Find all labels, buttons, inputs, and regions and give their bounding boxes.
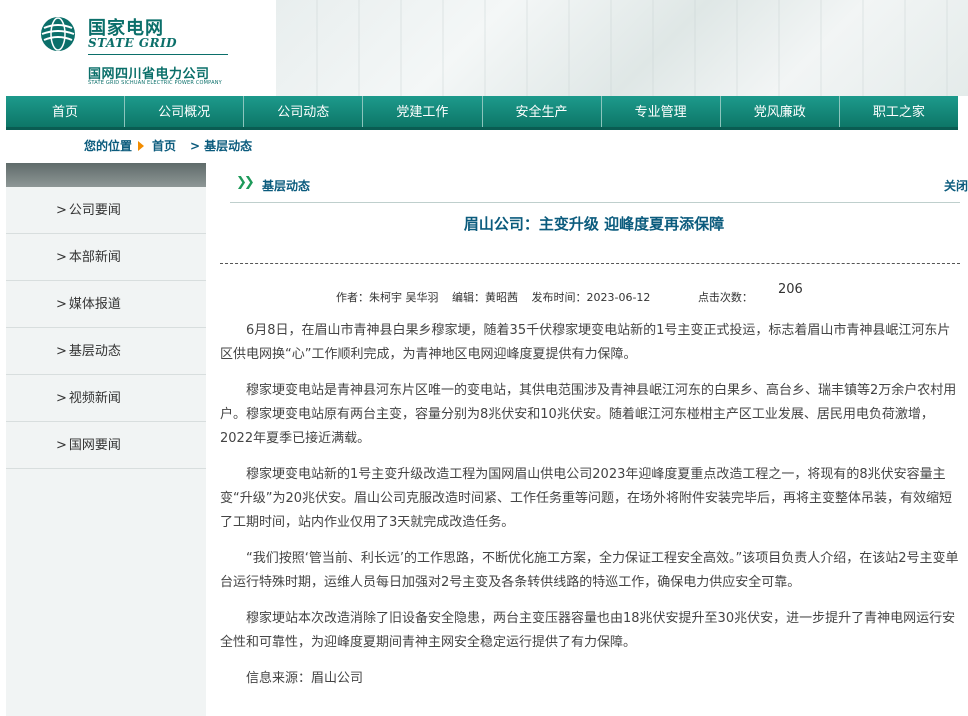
company-name-en: STATE GRID SICHUAN ELECTRIC POWER COMPAN… [88, 80, 222, 86]
sidebar: > 公司要闻 > 本部新闻 > 媒体报道 > 基层动态 > 视频新闻 > 国网要闻 [6, 163, 206, 716]
nav-item-safety[interactable]: 安全生产 [483, 96, 602, 127]
logo-divider [88, 54, 228, 55]
chevron-right-icon: > [56, 391, 67, 406]
sidebar-item-label: 视频新闻 [68, 391, 121, 406]
state-grid-logo-icon [41, 17, 75, 51]
sidebar-item-hq-news[interactable]: > 本部新闻 [6, 234, 206, 281]
double-chevron-icon: ❯❯ [236, 175, 255, 190]
sidebar-item-media[interactable]: > 媒体报道 [6, 281, 206, 328]
sidebar-item-grassroots[interactable]: > 基层动态 [6, 328, 206, 375]
sidebar-item-sgcc-news[interactable]: > 国网要闻 [6, 422, 206, 469]
main-content: ❯❯ 基层动态 关闭 眉山公司：主变升级 迎峰度夏再添保障 作者：朱柯宇 吴华羽… [220, 163, 968, 716]
article-meta: 作者：朱柯宇 吴华羽 编辑：黄昭茜 发布时间：2023-06-12 点击次数： [336, 289, 763, 305]
nav-item-staff[interactable]: 职工之家 [840, 96, 958, 127]
nav-item-news[interactable]: 公司动态 [244, 96, 364, 127]
chevron-right-icon: > [56, 203, 67, 218]
nav-item-home[interactable]: 首页 [6, 96, 126, 127]
article-title: 眉山公司：主变升级 迎峰度夏再添保障 [463, 215, 725, 233]
article-paragraph: 穆家埂站本次改造消除了旧设备安全隐患，两台主变压器容量也由18兆伏安提升至30兆… [220, 611, 956, 650]
header-banner [276, 0, 968, 96]
sidebar-item-label: 本部新闻 [68, 250, 121, 265]
article-paragraph: 穆家埂变电站是青神县河东片区唯一的变电站，其供电范围涉及青神县岷江河东的白果乡、… [220, 383, 957, 446]
section-title: 基层动态 [262, 179, 311, 193]
breadcrumb-current-link[interactable]: 基层动态 [204, 137, 252, 154]
nav-item-management[interactable]: 专业管理 [602, 96, 721, 127]
sidebar-item-video[interactable]: > 视频新闻 [6, 375, 206, 422]
sidebar-item-label: 基层动态 [68, 344, 121, 359]
brand-name-en: STATE GRID [88, 36, 178, 50]
sidebar-item-label: 媒体报道 [68, 297, 121, 312]
article-source: 信息来源：眉山公司 [246, 671, 364, 686]
click-count-label: 点击次数： [697, 291, 753, 304]
breadcrumb-home-link[interactable]: 首页 [152, 137, 176, 154]
sidebar-item-label: 国网要闻 [68, 438, 121, 453]
breadcrumb-chevron-icon: > [190, 138, 201, 153]
nav-item-integrity[interactable]: 党风廉政 [721, 96, 840, 127]
breadcrumb-arrow-icon [138, 140, 145, 151]
title-divider [220, 263, 960, 264]
chevron-right-icon: > [56, 438, 67, 453]
article-paragraph: 穆家埂变电站新的1号主变升级改造工程为国网眉山供电公司2023年迎峰度夏重点改造… [220, 467, 953, 530]
sidebar-item-label: 公司要闻 [68, 203, 121, 218]
site-header: 国家电网 STATE GRID 国网四川省电力公司 STATE GRID SIC… [0, 0, 968, 96]
chevron-right-icon: > [56, 250, 67, 265]
section-header: ❯❯ 基层动态 关闭 [230, 173, 968, 203]
chevron-right-icon: > [56, 344, 67, 359]
nav-item-overview[interactable]: 公司概况 [125, 96, 245, 127]
nav-item-party[interactable]: 党建工作 [363, 96, 483, 127]
chevron-right-icon: > [56, 297, 67, 312]
close-link[interactable]: 关闭 [944, 177, 968, 194]
logo-area[interactable]: 国家电网 STATE GRID 国网四川省电力公司 STATE GRID SIC… [0, 0, 280, 96]
article-paragraph: “我们按照‘管当前、利长远’的工作思路，不断优化施工方案，全力保证工程安全高效。… [220, 551, 959, 590]
article-paragraph: 6月8日，在眉山市青神县白果乡穆家埂，随着35千伏穆家埂变电站新的1号主变正式投… [220, 323, 951, 362]
sidebar-item-company-news[interactable]: > 公司要闻 [6, 187, 206, 234]
article-editor: 编辑：黄昭茜 [452, 291, 518, 304]
click-count: 206 [778, 282, 803, 297]
sidebar-header [6, 163, 206, 187]
article-date: 发布时间：2023-06-12 [531, 291, 651, 304]
article-author: 作者：朱柯宇 吴华羽 [336, 291, 439, 304]
breadcrumb: 您的位置 首页 > 基层动态 [84, 137, 252, 154]
breadcrumb-label: 您的位置 [84, 139, 133, 153]
main-nav: 首页 公司概况 公司动态 党建工作 安全生产 专业管理 党风廉政 职工之家 [6, 96, 958, 130]
article-body: 6月8日，在眉山市青神县白果乡穆家埂，随着35千伏穆家埂变电站新的1号主变正式投… [220, 319, 960, 691]
